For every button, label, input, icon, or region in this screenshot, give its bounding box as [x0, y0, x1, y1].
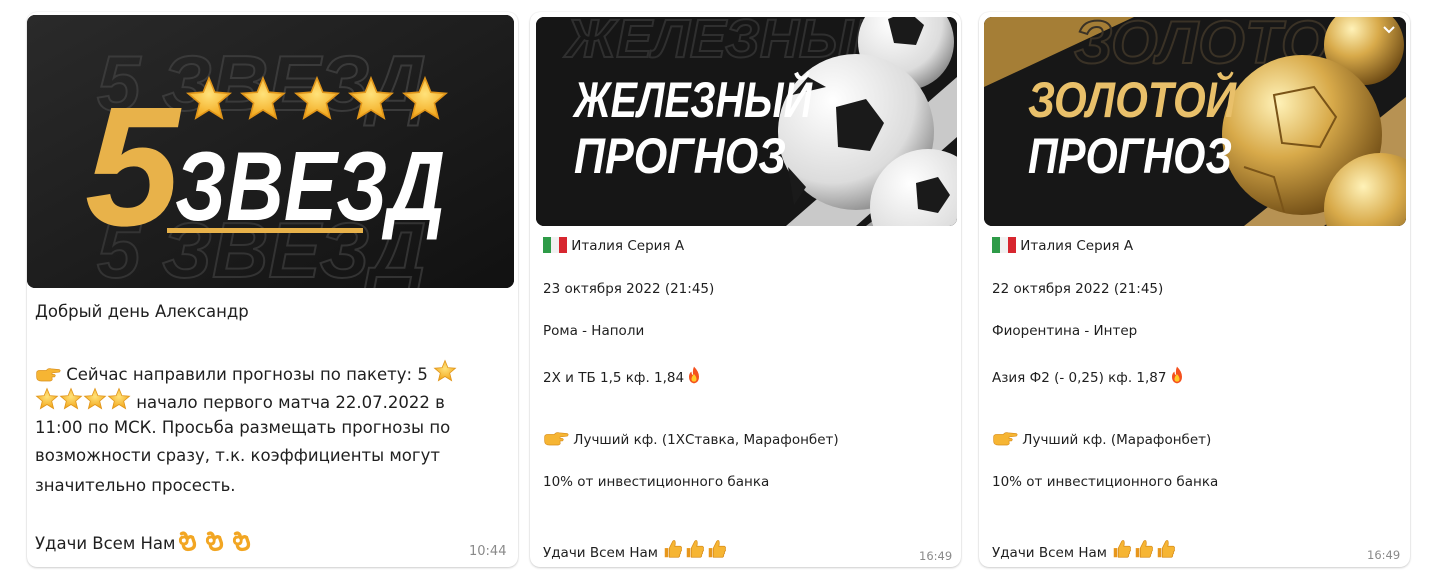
- ok-hand-icon: [230, 530, 252, 552]
- message-time: 16:49: [919, 549, 953, 563]
- banner-art: ЖЕЛЕЗНЫЙ ЖЕЛЕЗНЫЙ ПРОГНОЗ: [536, 17, 957, 226]
- best-odds-line: Лучший кф. (1ХСтавка, Марафонбет): [543, 430, 839, 448]
- message-time: 16:49: [1367, 548, 1401, 562]
- text-line-4: возможности сразу, т.к. коэффициенты мог…: [35, 446, 440, 465]
- banner-underline: [167, 228, 363, 233]
- match-text: Фиорентина - Интер: [992, 323, 1138, 339]
- star-icon: [83, 387, 107, 411]
- fire-icon: [684, 365, 704, 385]
- date-text: 23 октября 2022 (21:45): [543, 281, 715, 297]
- message-card-3: ЗОЛОТОЙ ЗОЛОТОЙ ПРОГНОЗ Италия Серия А 2…: [979, 12, 1410, 567]
- chevron-down-icon[interactable]: [1382, 22, 1396, 36]
- thumbs-up-icon: [1133, 538, 1155, 560]
- star-icon: [433, 359, 457, 383]
- closing-line: Удачи Всем Нам: [543, 538, 728, 561]
- star-icon: [107, 387, 131, 411]
- message-card-2: ЖЕЛЕЗНЫЙ ЖЕЛЕЗНЫЙ ПРОГНОЗ Италия Серия А…: [530, 12, 961, 567]
- greeting-text: Добрый день Александр: [35, 302, 249, 321]
- banner-word-2: ПРОГНОЗ: [574, 128, 786, 184]
- text-line-3: 11:00 по МСК. Просьба размещать прогнозы…: [35, 418, 451, 437]
- match-text: Рома - Наполи: [543, 323, 645, 339]
- banner-word-1: ЗОЛОТОЙ: [1028, 71, 1237, 128]
- bet-line: 2Х и ТБ 1,5 кф. 1,84: [543, 365, 704, 386]
- backhand-pointing-right-icon: [35, 366, 61, 383]
- banner-word-2: ПРОГНОЗ: [1028, 128, 1232, 184]
- closing-line: Удачи Всем Нам: [992, 538, 1177, 561]
- italy-flag-icon: [992, 237, 1016, 253]
- banner-art: 5 ЗВЕЗД 5 ЗВЕЗД 5 ЗВЕЗД: [27, 15, 514, 288]
- ok-hand-icon: [203, 530, 225, 552]
- banner-big-digit: 5: [85, 72, 182, 262]
- thumbs-up-icon: [706, 538, 728, 560]
- text-line-1: Сейчас направили прогнозы по пакету: 5: [35, 359, 457, 384]
- iron-forecast-banner[interactable]: ЖЕЛЕЗНЫЙ ЖЕЛЕЗНЫЙ ПРОГНОЗ: [536, 17, 957, 226]
- banner-word-1: ЖЕЛЕЗНЫЙ: [572, 71, 813, 128]
- italy-flag-icon: [543, 237, 567, 253]
- star-icon: [59, 387, 83, 411]
- backhand-pointing-right-icon: [543, 430, 569, 447]
- bank-text: 10% от инвестиционного банка: [543, 474, 770, 490]
- fire-icon: [1167, 365, 1187, 385]
- bank-text: 10% от инвестиционного банка: [992, 474, 1219, 490]
- backhand-pointing-right-icon: [992, 430, 1018, 447]
- thumbs-up-icon: [1111, 538, 1133, 560]
- thumbs-up-icon: [662, 538, 684, 560]
- message-card-1: 5 ЗВЕЗД 5 ЗВЕЗД 5 ЗВЕЗД Добрый день Алек…: [27, 12, 518, 567]
- thumbs-up-icon: [1155, 538, 1177, 560]
- banner-title: ЗВЕЗД: [175, 131, 445, 241]
- star-icon: [35, 387, 59, 411]
- ok-hand-icon: [176, 530, 198, 552]
- banner-art: ЗОЛОТОЙ ЗОЛОТОЙ ПРОГНОЗ: [984, 17, 1406, 226]
- date-text: 22 октября 2022 (21:45): [992, 281, 1164, 297]
- league-line: Италия Серия А: [992, 237, 1133, 254]
- text-line-2: начало первого матча 22.07.2022 в: [35, 387, 445, 412]
- league-line: Италия Серия А: [543, 237, 684, 254]
- best-odds-line: Лучший кф. (Марафонбет): [992, 430, 1211, 448]
- message-time: 10:44: [469, 544, 507, 559]
- text-line-5: значительно просесть.: [35, 476, 236, 495]
- bet-line: Азия Ф2 (- 0,25) кф. 1,87: [992, 365, 1187, 386]
- five-stars-banner[interactable]: 5 ЗВЕЗД 5 ЗВЕЗД 5 ЗВЕЗД: [27, 15, 514, 288]
- thumbs-up-icon: [684, 538, 706, 560]
- closing-line: Удачи Всем Нам: [35, 530, 252, 553]
- golden-forecast-banner[interactable]: ЗОЛОТОЙ ЗОЛОТОЙ ПРОГНОЗ: [984, 17, 1406, 226]
